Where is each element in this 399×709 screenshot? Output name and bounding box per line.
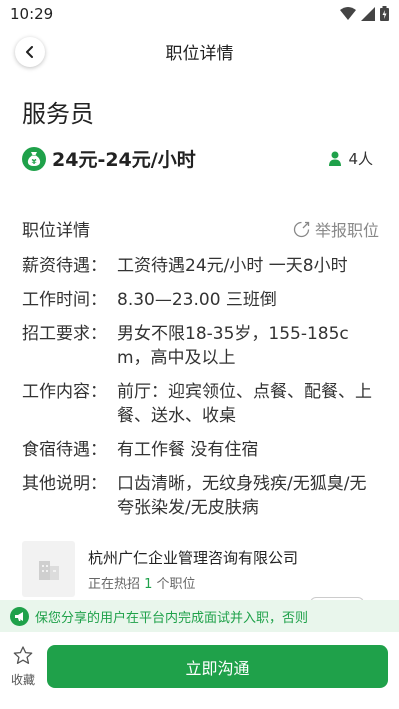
detail-row-duties: 工作内容： 前厅：迎宾领位、点餐、配餐、上餐、送水、收桌 xyxy=(22,380,382,428)
details-heading: 职位详情 xyxy=(22,221,90,241)
detail-row-requirements: 招工要求： 男女不限18-35岁，155-185cm，高中及以上 xyxy=(22,322,382,370)
salary-row: ¥ 24元-24元/小时 xyxy=(22,145,196,172)
money-bag-icon: ¥ xyxy=(22,146,46,171)
detail-label: 薪资待遇： xyxy=(22,256,107,276)
notice-text: 保您分享的用户在平台内完成面试并入职，否则 xyxy=(35,611,309,626)
company-card[interactable]: 杭州广仁企业管理咨询有限公司 正在热招 1 个职位 xyxy=(22,541,382,603)
status-time: 10:29 xyxy=(10,5,54,23)
detail-label: 招工要求： xyxy=(22,324,107,344)
chat-now-button[interactable]: 立即沟通 xyxy=(47,645,388,688)
report-icon xyxy=(293,221,310,237)
page-title: 职位详情 xyxy=(165,44,234,64)
detail-label: 工作时间： xyxy=(22,290,107,310)
bottom-bar: 收藏 立即沟通 xyxy=(0,632,399,709)
detail-value: 工资待遇24元/小时 一天8小时 xyxy=(117,256,348,276)
status-bar: 10:29 xyxy=(0,0,399,28)
building-icon xyxy=(38,561,59,580)
detail-value: 口齿清晰，无纹身残疾/无狐臭/无夸张染发/无皮肤病 xyxy=(117,474,367,518)
star-icon xyxy=(13,646,33,664)
job-title: 服务员 xyxy=(22,100,94,128)
status-icons xyxy=(340,6,389,21)
wifi-icon xyxy=(340,7,356,20)
notice-banner: 保您分享的用户在平台内完成面试并入职，否则 xyxy=(0,600,399,632)
hiring-prefix: 正在热招 xyxy=(88,577,145,592)
svg-text:¥: ¥ xyxy=(32,158,37,166)
detail-row-other: 其他说明： 口齿清晰，无纹身残疾/无狐臭/无夸张染发/无皮肤病 xyxy=(22,472,382,520)
detail-label: 其他说明： xyxy=(22,474,107,494)
battery-icon xyxy=(380,6,389,21)
headcount: 4人 xyxy=(328,148,373,169)
report-label: 举报职位 xyxy=(314,221,379,240)
detail-label: 工作内容： xyxy=(22,382,107,402)
detail-row-board: 食宿待遇： 有工作餐 没有住宿 xyxy=(22,438,382,462)
detail-value: 有工作餐 没有住宿 xyxy=(117,440,259,460)
job-details: 薪资待遇： 工资待遇24元/小时 一天8小时 工作时间： 8.30—23.00 … xyxy=(22,254,382,530)
company-name: 杭州广仁企业管理咨询有限公司 xyxy=(88,549,299,567)
detail-value: 8.30—23.00 三班倒 xyxy=(117,290,277,310)
company-hiring: 正在热招 1 个职位 xyxy=(88,573,196,592)
report-job-button[interactable]: 举报职位 xyxy=(293,217,379,241)
header: 职位详情 xyxy=(0,28,399,72)
favorite-label: 收藏 xyxy=(10,673,35,687)
favorite-button[interactable]: 收藏 xyxy=(8,646,38,688)
detail-label: 食宿待遇： xyxy=(22,440,107,460)
detail-value: 前厅：迎宾领位、点餐、配餐、上餐、送水、收桌 xyxy=(117,382,372,426)
person-icon xyxy=(329,151,342,166)
megaphone-icon xyxy=(10,607,29,626)
company-logo xyxy=(22,541,75,597)
detail-row-hours: 工作时间： 8.30—23.00 三班倒 xyxy=(22,288,382,312)
detail-value: 男女不限18-35岁，155-185cm，高中及以上 xyxy=(117,324,349,368)
salary-text: 24元-24元/小时 xyxy=(52,149,196,171)
hiring-suffix: 个职位 xyxy=(152,577,196,592)
detail-row-salary: 薪资待遇： 工资待遇24元/小时 一天8小时 xyxy=(22,254,382,278)
headcount-text: 4人 xyxy=(348,150,373,168)
signal-icon xyxy=(361,6,375,21)
